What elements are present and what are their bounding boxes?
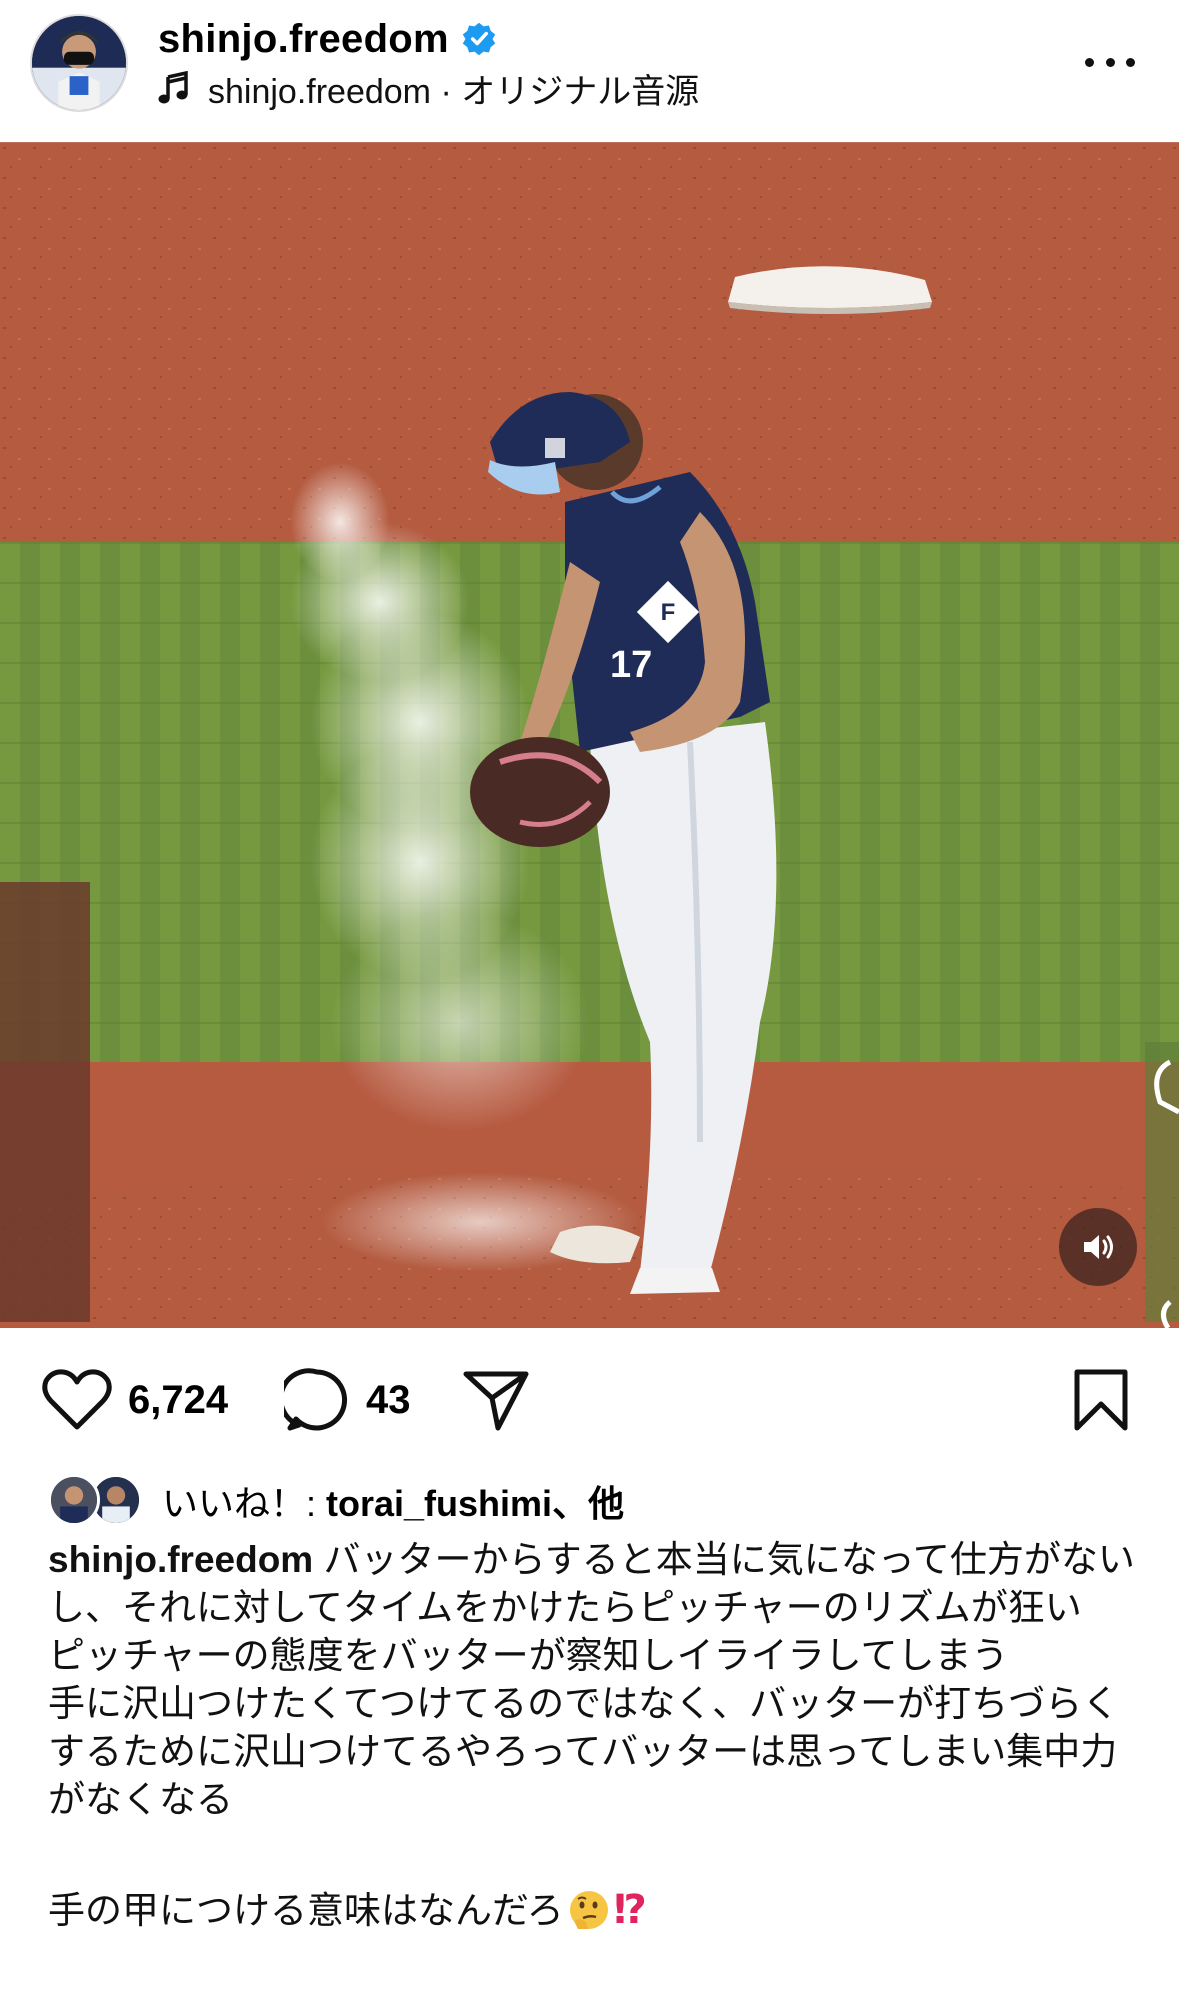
post-caption: shinjo.freedom バッターからすると本当に気になって仕方がないし、そ… [48, 1536, 1138, 1935]
svg-text:F: F [661, 599, 676, 626]
post-username[interactable]: shinjo.freedom [158, 17, 449, 62]
caption-line: ピッチャーの態度をバッターが察知しイライラしてしまう [48, 1632, 1138, 1680]
profile-avatar[interactable] [30, 14, 128, 112]
comment-group: 43 [284, 1365, 411, 1435]
caption-text: 手の甲につける意味はなんだろ [48, 1890, 564, 1931]
share-icon[interactable] [462, 1368, 530, 1432]
save-group [1072, 1365, 1130, 1435]
more-options-button[interactable] [1085, 42, 1135, 82]
post-header: shinjo.freedom shinjo.freedom · オリジナル音源 [0, 0, 1179, 140]
speaker-icon [1084, 1235, 1113, 1259]
audio-link[interactable]: shinjo.freedom · オリジナル音源 [158, 66, 700, 111]
thinking-face-icon [569, 1891, 608, 1929]
heart-icon[interactable] [42, 1369, 112, 1431]
exclamation-question-icon: ⁉ [613, 1888, 647, 1932]
caption-text: 手に沢山つけたくてつけてるのではなく、バッターが打ちづらくするために沢山つけてる… [48, 1683, 1120, 1820]
like-count[interactable]: 6,724 [128, 1378, 228, 1423]
liked-by-text: いいね！: torai_fushimi、他 [162, 1475, 624, 1527]
caption-line: 手に沢山つけたくてつけてるのではなく、バッターが打ちづらくするために沢山つけてる… [48, 1680, 1138, 1824]
liked-by-user[interactable]: torai_fushimi [326, 1483, 552, 1524]
post-actions: 6,724 43 [0, 1365, 1179, 1435]
verified-badge-icon [462, 22, 496, 56]
share-group [462, 1365, 530, 1435]
caption-line: 手の甲につける意味はなんだろ ⁉ [48, 1886, 1138, 1935]
liked-by-others[interactable]: 、他 [552, 1483, 624, 1524]
caption-text: ピッチャーの態度をバッターが察知しイライラしてしまう [48, 1635, 1009, 1676]
liked-by-prefix: いいね！: [162, 1483, 327, 1524]
audio-label: shinjo.freedom · オリジナル音源 [208, 72, 700, 111]
caption-username[interactable]: shinjo.freedom [48, 1539, 313, 1580]
liked-by[interactable]: いいね！: torai_fushimi、他 [48, 1474, 624, 1528]
bookmark-icon[interactable] [1072, 1368, 1130, 1432]
more-dot-icon [1105, 57, 1115, 67]
music-note-icon [158, 71, 188, 104]
comment-count[interactable]: 43 [366, 1378, 411, 1423]
liked-by-avatars [48, 1474, 144, 1528]
like-group: 6,724 [42, 1365, 228, 1435]
avatar [48, 1474, 100, 1526]
jersey-number: 17 [610, 644, 652, 686]
more-dot-icon [1085, 57, 1094, 67]
post-video[interactable]: F 17 [0, 142, 1179, 1328]
sound-toggle-button[interactable] [1059, 1208, 1137, 1286]
video-frame: F 17 [0, 142, 1179, 1328]
comment-icon[interactable] [284, 1367, 350, 1433]
more-dot-icon [1126, 57, 1135, 67]
caption-line: shinjo.freedom バッターからすると本当に気になって仕方がないし、そ… [48, 1536, 1138, 1632]
